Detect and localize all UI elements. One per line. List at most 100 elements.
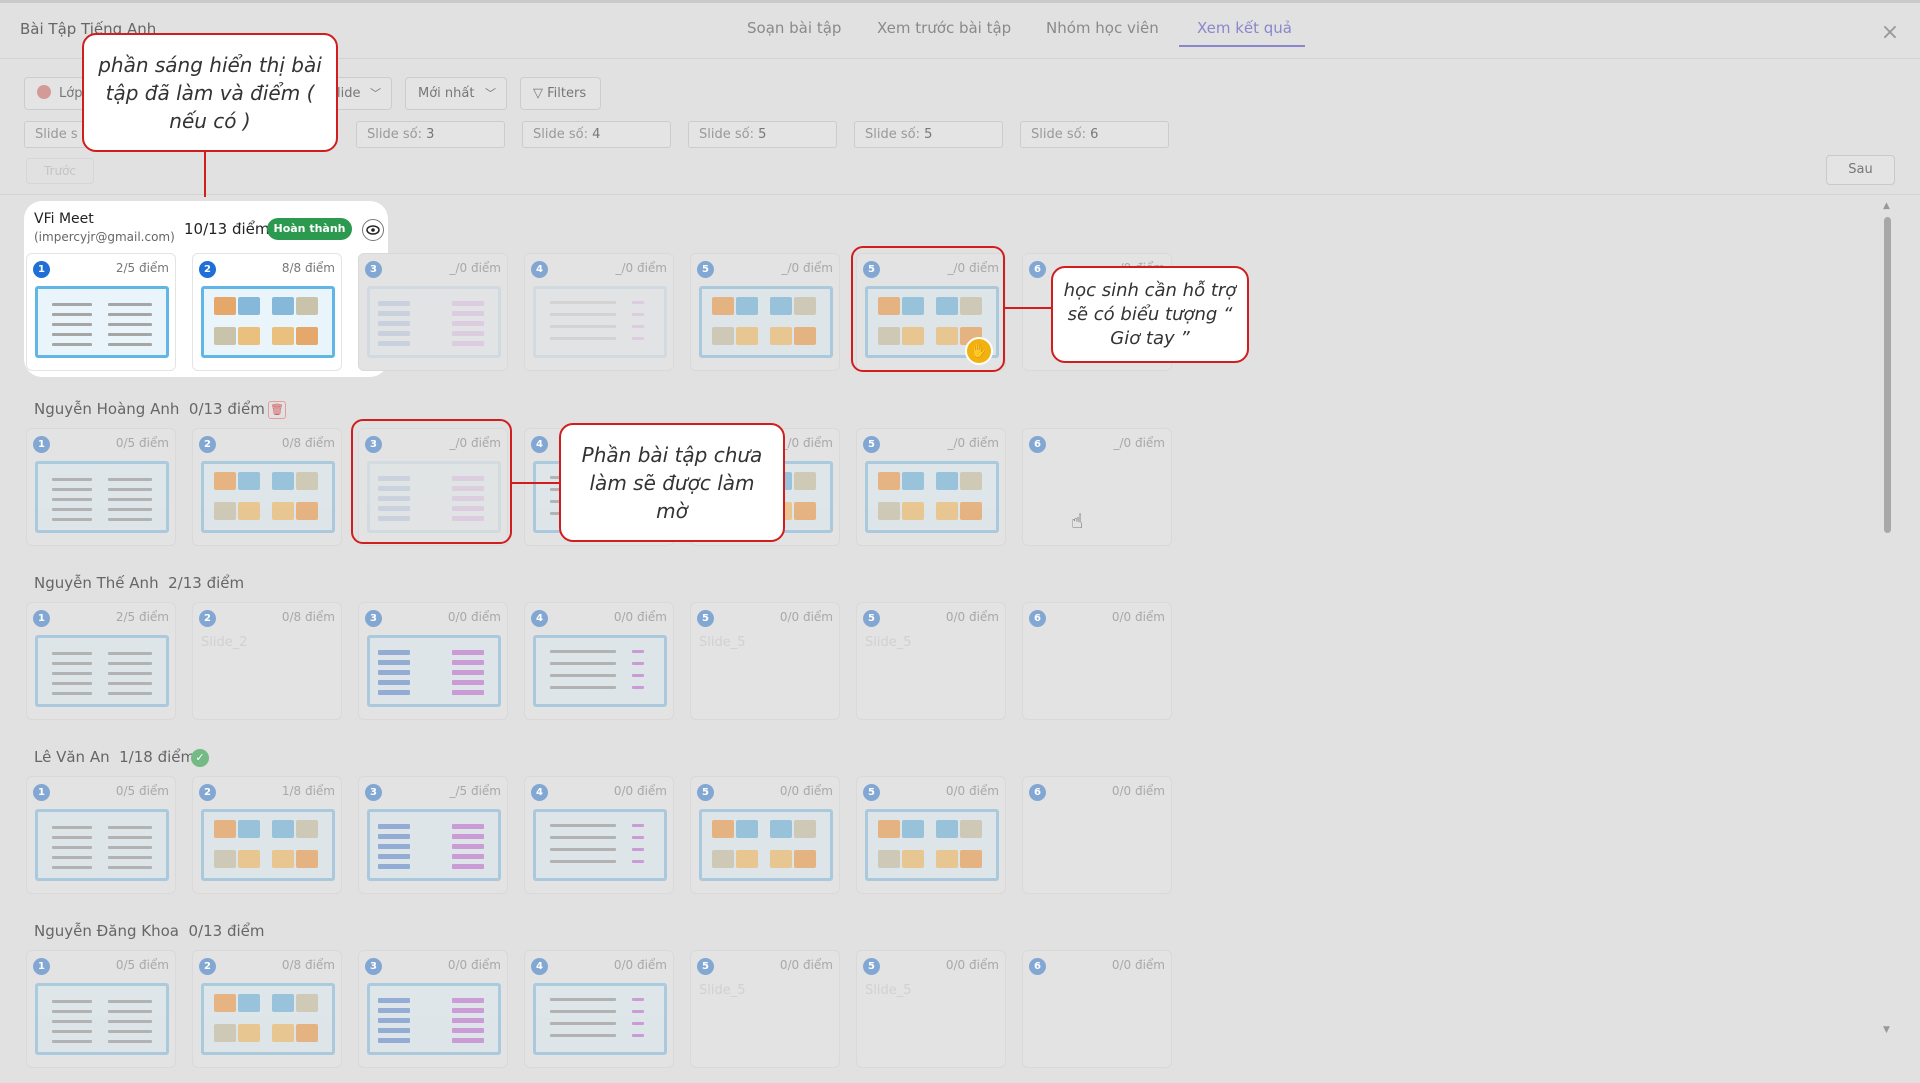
slide-thumbnail[interactable] bbox=[865, 809, 999, 881]
slide-thumbnail[interactable] bbox=[35, 983, 169, 1055]
slide-field[interactable]: Slide số: 5 bbox=[688, 121, 837, 148]
slide-card[interactable]: 3 0/0 điểm bbox=[358, 602, 508, 720]
slide-score: _/0 điểm bbox=[947, 436, 999, 450]
student-score: 2/13 điểm bbox=[168, 574, 245, 592]
tab-results[interactable]: Xem kết quả bbox=[1197, 19, 1292, 37]
slide-card[interactable]: 4 _/0 điểm bbox=[524, 253, 674, 371]
slide-card[interactable]: 2 8/8 điểm bbox=[192, 253, 342, 371]
slide-card[interactable]: 2 0/8 điểm bbox=[192, 950, 342, 1068]
sort-select[interactable]: Mới nhất ﹀ bbox=[405, 77, 507, 110]
eye-icon[interactable] bbox=[362, 219, 384, 241]
slide-thumbnail[interactable] bbox=[35, 809, 169, 881]
slide-thumbnail[interactable] bbox=[533, 635, 667, 707]
slide-card[interactable]: 5 0/0 điểm Slide_5 bbox=[856, 602, 1006, 720]
slide-field[interactable]: Slide s bbox=[24, 121, 86, 148]
slide-card[interactable]: 5 _/0 điểm bbox=[856, 428, 1006, 546]
slide-card[interactable]: 4 0/0 điểm bbox=[524, 602, 674, 720]
slide-thumbnail[interactable] bbox=[35, 635, 169, 707]
slide-card[interactable]: 5 0/0 điểm Slide_5 bbox=[690, 602, 840, 720]
slide-thumbnail[interactable] bbox=[201, 983, 335, 1055]
scroll-up-icon[interactable]: ▲ bbox=[1883, 201, 1890, 211]
slide-number-badge: 2 bbox=[199, 958, 216, 975]
divider bbox=[0, 194, 1920, 195]
slide-thumbnail[interactable] bbox=[533, 983, 667, 1055]
slide-field[interactable]: Slide số: 6 bbox=[1020, 121, 1169, 148]
slide-card[interactable]: 6 _/0 điểm bbox=[1022, 428, 1172, 546]
slide-thumbnail[interactable] bbox=[367, 983, 501, 1055]
student-name: Lê Văn An bbox=[34, 748, 110, 766]
slide-thumbnail[interactable] bbox=[35, 286, 169, 358]
slide-card[interactable]: 1 2/5 điểm bbox=[26, 602, 176, 720]
tab-preview[interactable]: Xem trước bài tập bbox=[877, 19, 1011, 37]
slide-thumbnail[interactable] bbox=[533, 809, 667, 881]
slide-card[interactable]: 4 0/0 điểm bbox=[524, 776, 674, 894]
slide-filter[interactable]: lide ﹀ bbox=[330, 77, 392, 110]
slide-thumbnail[interactable] bbox=[865, 461, 999, 533]
slide-field[interactable]: Slide số: 3 bbox=[356, 121, 505, 148]
tab-compose[interactable]: Soạn bài tập bbox=[747, 19, 841, 37]
slide-number-badge: 5 bbox=[697, 958, 714, 975]
next-button[interactable]: Sau bbox=[1826, 155, 1895, 185]
slide-thumbnail[interactable] bbox=[367, 635, 501, 707]
annotation-line bbox=[204, 152, 206, 197]
slide-field-label: Slide số: bbox=[367, 127, 422, 142]
slide-field-value: 5 bbox=[758, 127, 767, 142]
student-row-header: Nguyễn Hoàng Anh 0/13 điểm bbox=[34, 400, 265, 418]
slide-card[interactable]: 1 0/5 điểm bbox=[26, 950, 176, 1068]
prev-button[interactable]: Trước bbox=[26, 158, 94, 184]
slide-field[interactable]: Slide số: 4 bbox=[522, 121, 671, 148]
active-tab-indicator bbox=[1179, 45, 1305, 47]
slide-number-badge: 2 bbox=[199, 261, 216, 278]
slide-card[interactable]: 3 0/0 điểm bbox=[358, 950, 508, 1068]
slide-placeholder: Slide_5 bbox=[699, 635, 746, 650]
slide-field-label: Slide số: bbox=[533, 127, 588, 142]
slide-card[interactable]: 2 0/8 điểm Slide_2 bbox=[192, 602, 342, 720]
slide-card[interactable]: 3 _/0 điểm bbox=[358, 253, 508, 371]
slide-thumbnail[interactable] bbox=[367, 286, 501, 358]
slide-thumbnail[interactable] bbox=[367, 809, 501, 881]
slide-card[interactable]: 4 0/0 điểm bbox=[524, 950, 674, 1068]
slide-card[interactable]: 6 0/0 điểm bbox=[1022, 776, 1172, 894]
slide-thumbnail[interactable] bbox=[533, 286, 667, 358]
close-icon[interactable]: × bbox=[1878, 21, 1902, 45]
slide-thumbnail[interactable] bbox=[699, 286, 833, 358]
slide-number-badge: 5 bbox=[697, 784, 714, 801]
slide-thumbnail[interactable] bbox=[699, 809, 833, 881]
tab-groups[interactable]: Nhóm học viên bbox=[1046, 19, 1159, 37]
slide-thumbnail[interactable] bbox=[201, 286, 335, 358]
slide-field[interactable]: Slide số: 5 bbox=[854, 121, 1003, 148]
slide-placeholder: Slide_5 bbox=[699, 983, 746, 998]
slide-card[interactable]: 3 _/5 điểm bbox=[358, 776, 508, 894]
slide-thumbnail[interactable] bbox=[201, 461, 335, 533]
slide-card[interactable]: 5 0/0 điểm bbox=[856, 776, 1006, 894]
student-row-header: Nguyễn Thế Anh 2/13 điểm bbox=[34, 574, 244, 592]
raise-hand-icon[interactable]: ✋ bbox=[965, 337, 993, 365]
slide-score: 0/0 điểm bbox=[613, 610, 667, 624]
slide-card[interactable]: 6 0/0 điểm bbox=[1022, 950, 1172, 1068]
slide-card[interactable]: 5 0/0 điểm bbox=[690, 776, 840, 894]
slide-thumbnail[interactable] bbox=[35, 461, 169, 533]
slide-card[interactable]: 1 2/5 điểm bbox=[26, 253, 176, 371]
slide-score: 0/0 điểm bbox=[613, 958, 667, 972]
slide-card[interactable]: 5 _/0 điểm bbox=[690, 253, 840, 371]
slide-card[interactable]: 6 0/0 điểm bbox=[1022, 602, 1172, 720]
slide-score: 0/5 điểm bbox=[115, 436, 169, 450]
slide-number-badge: 2 bbox=[199, 784, 216, 801]
filters-button[interactable]: ▽ Filters bbox=[520, 77, 601, 110]
scroll-down-icon[interactable]: ▼ bbox=[1883, 1025, 1890, 1035]
chevron-down-icon: ﹀ bbox=[485, 87, 496, 100]
student-score: 1/18 điểm bbox=[119, 748, 196, 766]
class-filter[interactable]: Lớp bbox=[24, 77, 88, 110]
slide-score: _/0 điểm bbox=[781, 261, 833, 275]
scrollbar-thumb[interactable] bbox=[1884, 217, 1891, 533]
slide-number-badge: 3 bbox=[365, 610, 382, 627]
slide-card[interactable]: 1 0/5 điểm bbox=[26, 776, 176, 894]
slide-card[interactable]: 5 0/0 điểm Slide_5 bbox=[856, 950, 1006, 1068]
slide-card[interactable]: 2 1/8 điểm bbox=[192, 776, 342, 894]
slide-card[interactable]: 1 0/5 điểm bbox=[26, 428, 176, 546]
slide-card[interactable]: 2 0/8 điểm bbox=[192, 428, 342, 546]
slide-score: _/5 điểm bbox=[449, 784, 501, 798]
slide-thumbnail[interactable] bbox=[201, 809, 335, 881]
slide-card[interactable]: 5 0/0 điểm Slide_5 bbox=[690, 950, 840, 1068]
trash-icon[interactable]: 🗑 bbox=[268, 401, 286, 419]
